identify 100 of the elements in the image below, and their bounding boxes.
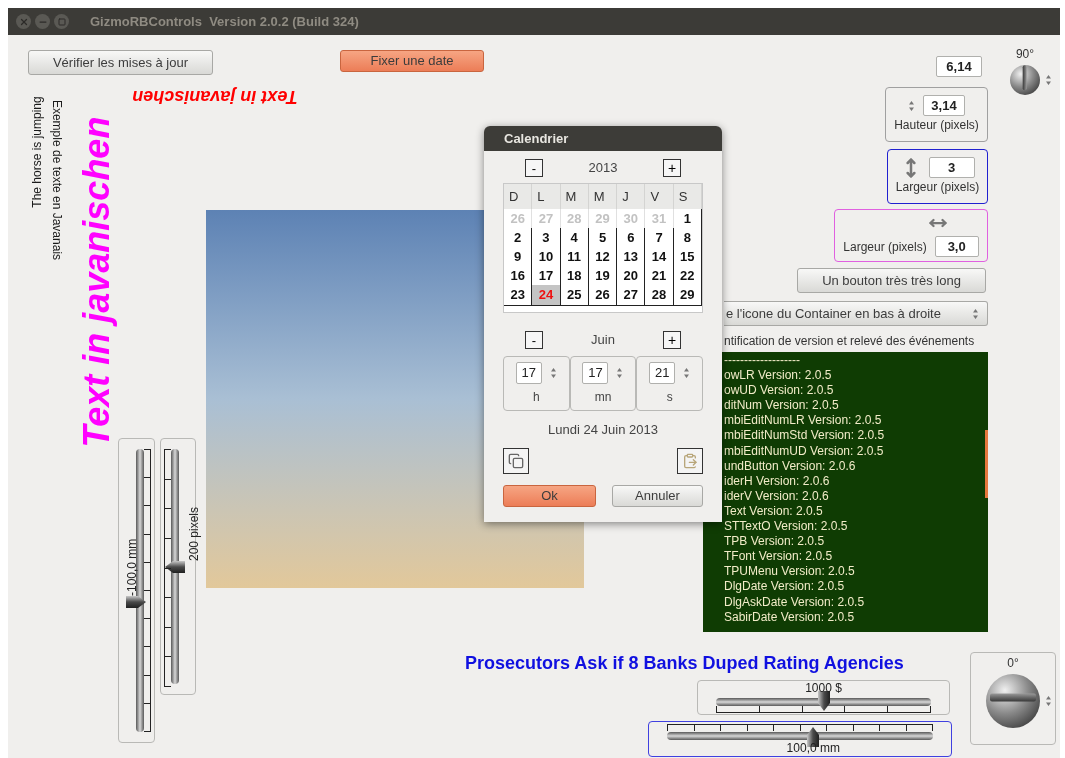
day-cell[interactable]: 29 — [673, 285, 702, 306]
spinner-arrows-icon[interactable] — [683, 366, 691, 379]
day-cell[interactable]: 26 — [588, 285, 618, 306]
rotary-knob[interactable] — [1010, 65, 1040, 95]
log-line: ------------------- — [724, 353, 800, 369]
news-heading: Prosecutors Ask if 8 Banks Duped Rating Agencies — [465, 652, 904, 675]
day-cell[interactable]: 21 — [645, 266, 674, 287]
day-cell[interactable]: 4 — [560, 228, 589, 249]
rotary-knob[interactable] — [986, 674, 1040, 728]
log-line: owUD Version: 2.0.5 — [724, 383, 834, 399]
weekday-header: D — [504, 184, 533, 209]
dropdown[interactable]: e l'icone du Container en bas à droite — [724, 301, 988, 326]
day-cell[interactable]: 6 — [617, 228, 646, 249]
day-cell[interactable]: 14 — [645, 247, 674, 268]
log-line: iderH Version: 2.0.6 — [724, 473, 830, 489]
field-label: Hauteur (pixels) — [894, 117, 979, 134]
copy-button[interactable] — [503, 447, 529, 474]
log-line: mbiEditNumStd Version: 2.0.5 — [724, 428, 885, 444]
day-cell[interactable]: 22 — [673, 266, 702, 287]
day-cell[interactable]: 16 — [504, 266, 533, 287]
time-unit: s — [666, 388, 673, 406]
day-cell[interactable]: 17 — [532, 266, 561, 287]
log-line: STTextO Version: 2.0.5 — [724, 519, 848, 535]
spinner-arrows-icon[interactable] — [1045, 695, 1052, 707]
log-line: TPUMenu Version: 2.0.5 — [724, 564, 855, 580]
day-cell[interactable]: 3 — [532, 228, 561, 249]
spinner-arrows-icon[interactable] — [616, 366, 624, 379]
time-field[interactable]: 21 — [649, 361, 676, 384]
day-cell[interactable]: 5 — [588, 228, 618, 249]
dialog-title: Calendrier — [504, 129, 569, 148]
day-cell[interactable]: 12 — [588, 247, 618, 268]
time-field[interactable]: 17 — [582, 361, 609, 384]
day-cell[interactable]: 25 — [560, 285, 589, 306]
weekday-header: S — [673, 184, 702, 209]
slider-thumb[interactable] — [815, 691, 832, 711]
day-cell[interactable]: 19 — [588, 266, 618, 287]
time-unit: h — [533, 388, 540, 406]
day-cell[interactable]: 15 — [673, 247, 702, 268]
field-label: Largeur (pixels) — [895, 179, 980, 196]
day-cell[interactable]: 2 — [504, 228, 533, 249]
day-cell[interactable]: 13 — [617, 247, 646, 268]
next-button[interactable]: + — [663, 331, 681, 349]
close-button[interactable] — [16, 14, 31, 29]
action-button[interactable]: Vérifier les mises à jour — [28, 50, 213, 75]
weekday-header: M — [588, 184, 618, 209]
date-text: Lundi 24 Juin 2013 — [547, 421, 659, 439]
day-cell[interactable]: 28 — [645, 285, 674, 306]
long-button[interactable]: Un bouton très très long — [797, 268, 986, 293]
spinner-arrows-icon[interactable] — [908, 99, 915, 112]
log-line: undButton Version: 2.0.6 — [724, 458, 856, 474]
paste-button[interactable] — [677, 447, 703, 474]
cancel-button[interactable]: Annuler — [612, 484, 703, 507]
slider-value: -100,0 mm — [124, 538, 140, 596]
weekday-header: M — [560, 184, 589, 209]
log-caption: ntification de version et relevé des événements — [724, 333, 975, 350]
number-field[interactable]: 3,0 — [934, 236, 979, 257]
day-cell[interactable]: 11 — [560, 247, 589, 268]
slider-value: 200 pixels — [186, 506, 202, 561]
number-field[interactable]: 3 — [928, 157, 975, 178]
previous-button[interactable]: - — [525, 331, 543, 349]
day-cell[interactable]: 27 — [617, 285, 646, 306]
day-cell[interactable]: 23 — [504, 285, 533, 306]
slider-thumb[interactable] — [165, 558, 185, 575]
spinner-arrows-icon[interactable] — [972, 307, 979, 320]
ok-button[interactable]: Ok — [503, 484, 596, 507]
log-line: Text Version: 2.0.5 — [724, 503, 823, 520]
day-cell[interactable]: 8 — [673, 228, 702, 249]
scrollbar-thumb[interactable] — [985, 430, 988, 498]
log-line: ditNum Version: 2.0.5 — [724, 398, 839, 414]
log-line: TFont Version: 2.0.5 — [724, 549, 833, 565]
number-field[interactable]: 6,14 — [936, 56, 982, 77]
rotated-text: The horse is jumping — [31, 96, 43, 208]
weekday-header: V — [645, 184, 674, 209]
weekday-header: J — [617, 184, 646, 209]
day-cell[interactable]: 9 — [504, 247, 533, 268]
rotated-text: Text in javanischen — [132, 88, 298, 106]
spinner-arrows-icon[interactable] — [1045, 74, 1052, 86]
time-field[interactable]: 17 — [515, 361, 542, 384]
day-cell[interactable]: 7 — [645, 228, 674, 249]
close-icon — [18, 16, 29, 27]
log-line: SabirDate Version: 2.0.5 — [724, 609, 855, 625]
knob-angle: 90° — [1015, 47, 1035, 62]
number-field[interactable]: 3,14 — [923, 95, 965, 116]
rotated-text: Exemple de texte en Javanais — [51, 99, 63, 261]
paste-icon — [682, 452, 698, 469]
log-line: iderV Version: 2.0.6 — [724, 488, 829, 504]
day-cell[interactable]: 18 — [560, 266, 589, 287]
spinner-arrows-icon[interactable] — [549, 366, 557, 379]
log-line: TPB Version: 2.0.5 — [724, 534, 825, 550]
field-label: Largeur (pixels) — [843, 238, 927, 256]
action-button[interactable]: Fixer une date — [340, 50, 484, 72]
year-label: 2013 — [588, 159, 618, 178]
day-cell[interactable]: 10 — [532, 247, 561, 268]
rotated-text: Text in javanischen — [79, 116, 115, 448]
log-line: mbiEditNumUD Version: 2.0.5 — [724, 443, 884, 459]
next-button[interactable]: + — [663, 159, 681, 177]
log-line: owLR Version: 2.0.5 — [724, 368, 832, 384]
knob-angle: 0° — [1007, 656, 1019, 671]
day-cell[interactable]: 20 — [617, 266, 646, 287]
previous-button[interactable]: - — [525, 159, 543, 177]
